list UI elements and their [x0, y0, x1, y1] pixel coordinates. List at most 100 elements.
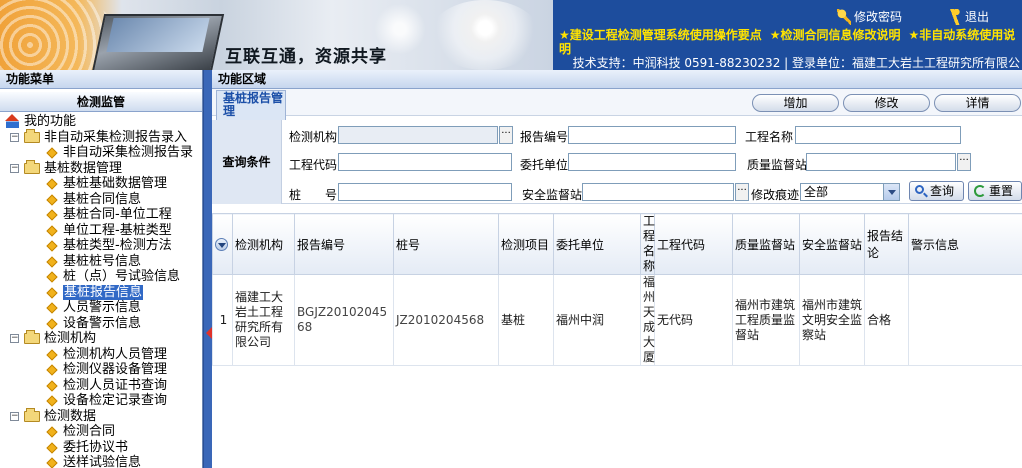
tree-item[interactable]: 设备警示信息 — [0, 316, 202, 332]
cell-pile-no: JZ2010204568 — [393, 274, 499, 366]
diamond-icon — [46, 379, 58, 392]
cell-project-code: 无代码 — [654, 274, 733, 366]
column-quality-station[interactable]: 质量监督站 — [732, 213, 800, 275]
modify-trace-label: 修改痕迹 — [751, 188, 800, 202]
org-label: 检测机构 — [289, 130, 338, 144]
folder-icon — [24, 330, 40, 344]
column-item[interactable]: 检测项目 — [498, 213, 554, 275]
column-pile-no[interactable]: 桩号 — [393, 213, 499, 275]
toolbar: 基桩报告管理 增加 修改 详情 — [212, 89, 1022, 120]
panel-splitter[interactable] — [203, 70, 212, 468]
search-button[interactable]: 查询 — [909, 181, 964, 201]
tree-item[interactable]: 桩（点）号试验信息 — [0, 269, 202, 285]
diamond-icon — [46, 209, 58, 221]
column-warning[interactable]: 警示信息 — [908, 213, 1022, 275]
add-button[interactable]: 增加 — [752, 94, 839, 112]
collapse-icon[interactable]: − — [10, 132, 19, 142]
pile-no-input[interactable] — [338, 183, 512, 201]
project-code-input[interactable] — [338, 153, 512, 171]
tree-item[interactable]: 基桩类型-检测方法 — [0, 238, 202, 254]
laptop-screen-image — [106, 18, 210, 52]
tree-item-label: 人员警示信息 — [63, 300, 142, 315]
folder-icon — [24, 407, 40, 422]
function-tree: 我的功能 − 非自动采集检测报告录入 非自动采集检测报告录 − 基桩数据管理 基桩基础数据管… — [0, 112, 202, 468]
tree-item-label: 检测数据 — [44, 408, 97, 424]
tree-item[interactable]: 检测机构人员管理 — [0, 347, 202, 363]
table-row[interactable]: 1 福建工大岩土工程研究所有限公司 BGJZ2010204568 JZ20102… — [212, 274, 1022, 366]
column-conclusion[interactable]: 报告结论 — [864, 213, 909, 275]
org-picker-button[interactable]: ··· — [499, 126, 513, 144]
report-no-input[interactable] — [568, 126, 736, 144]
tree-item[interactable]: 基桩基础数据管理 — [0, 176, 202, 192]
left-panel-subtitle[interactable]: 检测监管 — [0, 92, 202, 112]
reset-button[interactable]: 重置 — [968, 181, 1022, 201]
column-project-name[interactable]: 工程名称 — [640, 213, 655, 275]
folder-icon — [24, 159, 40, 174]
column-menu-icon[interactable] — [215, 238, 228, 251]
tree-item[interactable]: 检测仪器设备管理 — [0, 362, 202, 378]
tree-item-label: 检测合同 — [63, 424, 116, 439]
logout-label: 退出 — [965, 10, 990, 24]
safety-station-input[interactable] — [582, 183, 734, 201]
banner-slogan: 互联互通，资源共享 — [225, 47, 387, 67]
column-report-no[interactable]: 报告编号 — [294, 213, 394, 275]
tree-item[interactable]: 我的功能 — [0, 114, 202, 130]
tree-item[interactable]: 基桩合同信息 — [0, 192, 202, 208]
quality-station-input[interactable] — [806, 153, 956, 171]
column-org[interactable]: 检测机构 — [232, 213, 295, 275]
cell-quality-station: 福州市建筑工程质量监督站 — [732, 274, 800, 366]
diamond-icon — [46, 395, 58, 407]
tree-item[interactable]: 基桩桩号信息 — [0, 254, 202, 270]
tree-item[interactable]: − 非自动采集检测报告录入 — [0, 128, 202, 146]
tree-item[interactable]: − 基桩数据管理 — [0, 159, 202, 177]
cell-org: 福建工大岩土工程研究所有限公司 — [232, 274, 295, 366]
tree-item[interactable]: 非自动采集检测报告录 — [0, 145, 202, 161]
header: 互联互通，资源共享 修改密码 退出 ★建设工程检测管理系统使用操作要点 ★检测合同… — [0, 0, 1022, 70]
tree-item[interactable]: 送样试验信息 — [0, 455, 202, 468]
detail-button[interactable]: 详情 — [934, 94, 1021, 112]
tree-item[interactable]: 检测人员证书查询 — [0, 378, 202, 394]
tree-item-label: 基桩合同信息 — [63, 191, 142, 207]
collapse-icon[interactable]: − — [10, 163, 19, 173]
diamond-icon — [46, 193, 58, 206]
tab-pile-report[interactable]: 基桩报告管理 — [216, 90, 286, 120]
work-area-title: 功能区域 — [212, 70, 1022, 89]
project-name-input[interactable] — [795, 126, 961, 144]
edit-button[interactable]: 修改 — [843, 94, 930, 112]
org-input[interactable] — [338, 126, 498, 144]
collapse-icon[interactable]: − — [10, 411, 19, 421]
diamond-icon — [46, 441, 58, 454]
client-input[interactable] — [568, 153, 736, 171]
notice-link-contract[interactable]: ★检测合同信息修改说明 — [770, 28, 901, 42]
grid-header-row: 检测机构 报告编号 桩号 检测项目 委托单位 工程名称 工程代码 质量监督站 安… — [212, 213, 1022, 275]
reset-icon — [974, 185, 986, 197]
chevron-down-icon[interactable] — [883, 184, 899, 200]
change-password-link[interactable]: 修改密码 — [837, 8, 902, 25]
column-safety-station[interactable]: 安全监督站 — [799, 213, 865, 275]
tree-item[interactable]: − 检测机构 — [0, 330, 202, 347]
tree-item-label: 非自动采集检测报告录 — [63, 145, 194, 160]
tree-item[interactable]: 设备检定记录查询 — [0, 393, 202, 409]
tree-item[interactable]: 单位工程-基桩类型 — [0, 223, 202, 239]
diamond-icon — [46, 178, 58, 190]
column-menu-cell[interactable] — [212, 213, 233, 275]
tree-item-label: 基桩合同-单位工程 — [63, 207, 172, 222]
quality-station-picker-button[interactable]: ··· — [957, 153, 971, 171]
row-index: 1 — [212, 274, 233, 366]
tree-item[interactable]: 检测合同 — [0, 424, 202, 440]
pile-no-label: 桩 号 — [289, 188, 338, 202]
logout-link[interactable]: 退出 — [948, 8, 989, 25]
tree-item[interactable]: 委托协议书 — [0, 440, 202, 456]
modify-trace-select[interactable]: 全部 — [800, 183, 900, 201]
tree-item-label: 基桩桩号信息 — [63, 253, 142, 269]
column-client[interactable]: 委托单位 — [553, 213, 641, 275]
tree-item[interactable]: 基桩报告信息 — [0, 284, 202, 300]
notice-link-guide[interactable]: ★建设工程检测管理系统使用操作要点 — [559, 28, 762, 42]
notice-links: ★建设工程检测管理系统使用操作要点 ★检测合同信息修改说明 ★非自动系统使用说明 — [559, 28, 1019, 56]
collapse-icon[interactable]: − — [10, 334, 19, 343]
tree-item[interactable]: 人员警示信息 — [0, 300, 202, 316]
column-project-code[interactable]: 工程代码 — [654, 213, 733, 275]
safety-station-picker-button[interactable]: ··· — [735, 183, 749, 201]
tree-item[interactable]: 基桩合同-单位工程 — [0, 207, 202, 223]
tree-item[interactable]: − 检测数据 — [0, 407, 202, 425]
